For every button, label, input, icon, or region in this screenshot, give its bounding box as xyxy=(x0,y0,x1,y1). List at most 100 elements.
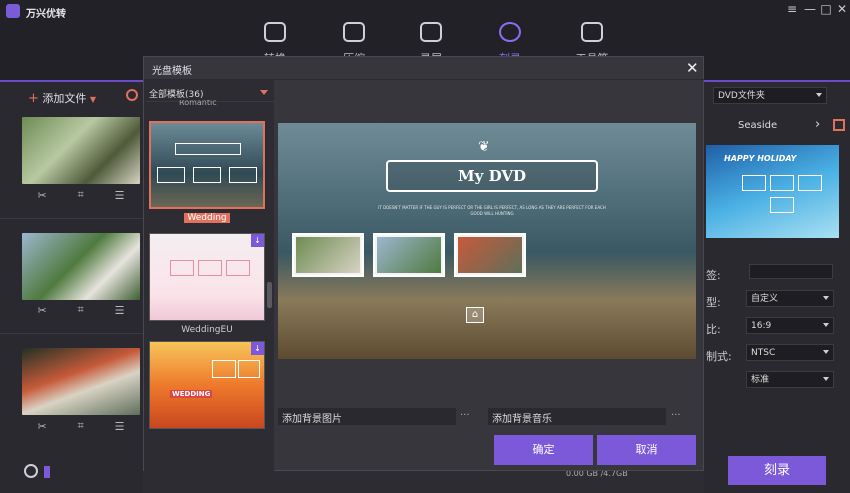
template-thumbnail: ↓ xyxy=(149,233,265,321)
compress-icon xyxy=(343,22,365,42)
template-preview: My DVD ❦ IT DOESN'T MATTER IF THE GUY IS… xyxy=(278,123,696,359)
template-wedding[interactable]: Wedding xyxy=(149,121,265,223)
convert-icon xyxy=(264,22,286,42)
adjust-icon[interactable]: ☰ xyxy=(115,420,125,433)
cut-icon[interactable]: ✂ xyxy=(37,304,46,317)
confirm-button[interactable]: 确定 xyxy=(494,435,593,465)
add-background-image-field[interactable]: 添加背景图片 xyxy=(278,408,456,425)
aspect-ratio-select[interactable]: 16:9 xyxy=(746,317,834,334)
add-file-button[interactable]: + 添加文件 ▼ xyxy=(28,90,96,106)
thumb-frame xyxy=(226,260,250,276)
thumb-frame xyxy=(198,260,222,276)
menu-icon[interactable]: ≡ xyxy=(785,2,799,16)
video-tools: ✂ ⌗ ☰ xyxy=(22,416,140,436)
thumb-frame xyxy=(157,167,185,183)
video-thumbnail[interactable] xyxy=(22,233,140,300)
chevron-down-icon xyxy=(823,377,829,381)
settings-panel xyxy=(704,82,850,493)
chevron-down-icon xyxy=(260,90,268,95)
download-icon[interactable]: ↓ xyxy=(251,234,264,247)
cancel-button[interactable]: 取消 xyxy=(597,435,696,465)
cut-icon[interactable]: ✂ xyxy=(37,420,46,433)
browse-music-icon[interactable]: ··· xyxy=(671,410,681,421)
preview-frame xyxy=(742,175,766,191)
chevron-down-icon xyxy=(823,323,829,327)
ornament-icon: ❦ xyxy=(478,139,490,155)
burn-button[interactable]: 刻录 xyxy=(728,456,826,485)
dvd-title: My DVD xyxy=(458,167,526,185)
video-tools: ✂ ⌗ ☰ xyxy=(22,185,140,205)
plus-icon: + xyxy=(28,91,39,106)
template-name: Wedding xyxy=(149,213,265,223)
thumb-title: WEDDING xyxy=(170,390,213,398)
toolbox-icon xyxy=(581,22,603,42)
browse-image-icon[interactable]: ··· xyxy=(460,410,470,421)
chapter-frame[interactable] xyxy=(292,233,364,277)
thumb-frame xyxy=(170,260,194,276)
chevron-down-icon xyxy=(816,93,822,97)
crop-icon[interactable]: ⌗ xyxy=(78,419,84,433)
chevron-right-icon[interactable]: › xyxy=(815,117,820,132)
template-label: Romantic xyxy=(179,100,217,107)
template-weddingeu[interactable]: ↓ WeddingEU xyxy=(149,233,265,335)
preview-frame xyxy=(770,175,794,191)
dialog-title: 光盘模板 xyxy=(152,66,192,77)
adjust-icon[interactable]: ☰ xyxy=(115,189,125,202)
template-autumn[interactable]: WEDDING ↓ xyxy=(149,341,265,429)
crop-icon[interactable]: ⌗ xyxy=(78,303,84,317)
thumb-title-frame xyxy=(175,143,241,155)
thumb-frame xyxy=(229,167,257,183)
burn-icon xyxy=(499,22,521,42)
thumb-frame xyxy=(193,167,221,183)
chevron-down-icon xyxy=(823,350,829,354)
chapter-frame[interactable] xyxy=(454,233,526,277)
crop-icon[interactable]: ⌗ xyxy=(78,188,84,202)
add-background-music-field[interactable]: 添加背景音乐 xyxy=(488,408,666,425)
record-icon xyxy=(420,22,442,42)
menu-type-select[interactable]: 自定义 xyxy=(746,290,834,307)
template-list: 全部模板(36) Romantic Wedding ↓ WeddingEU WE… xyxy=(144,80,274,472)
template-preview-title: HAPPY HOLIDAY xyxy=(724,154,797,163)
tv-standard-select[interactable]: NTSC xyxy=(746,344,834,361)
app-logo-icon xyxy=(6,4,20,18)
template-name: Seaside xyxy=(738,120,778,131)
dvd-tagline-source: GOOD WILL HUNTING xyxy=(470,211,514,216)
clock-icon[interactable] xyxy=(24,464,38,478)
download-icon[interactable]: ↓ xyxy=(251,342,264,355)
preview-frame xyxy=(798,175,822,191)
template-thumbnail: WEDDING ↓ xyxy=(149,341,265,429)
close-icon[interactable]: ✕ xyxy=(686,59,699,77)
cut-icon[interactable]: ✂ xyxy=(37,189,46,202)
template-preview: HAPPY HOLIDAY xyxy=(706,145,839,238)
disc-icon[interactable] xyxy=(126,89,138,101)
home-icon[interactable]: ⌂ xyxy=(466,307,484,323)
close-window-icon[interactable]: ✕ xyxy=(835,2,849,16)
template-name: WeddingEU xyxy=(181,325,233,335)
quality-select[interactable]: 标准 xyxy=(746,371,834,388)
maximize-icon[interactable]: □ xyxy=(819,2,833,16)
adjust-icon[interactable]: ☰ xyxy=(115,304,125,317)
disc-template-dialog: 光盘模板 ✕ 全部模板(36) Romantic Wedding ↓ Weddi… xyxy=(143,56,705,472)
label-tv-standard: 制式: xyxy=(706,350,732,363)
output-folder-select[interactable]: DVD文件夹 xyxy=(713,87,827,104)
video-thumbnail[interactable] xyxy=(22,117,140,184)
video-tools: ✂ ⌗ ☰ xyxy=(22,300,140,320)
video-thumbnail[interactable] xyxy=(22,348,140,415)
divider xyxy=(0,218,143,219)
chevron-down-icon xyxy=(823,296,829,300)
capacity-bar xyxy=(44,466,50,478)
dvd-title-frame[interactable]: My DVD xyxy=(386,160,598,192)
label-tag: 签: xyxy=(706,269,721,282)
chevron-down-icon: ▼ xyxy=(89,95,97,104)
divider xyxy=(0,333,143,334)
app-title: 万兴优转 xyxy=(26,9,66,20)
minimize-icon[interactable]: — xyxy=(803,2,817,16)
thumb-frame xyxy=(238,360,260,378)
edit-icon[interactable] xyxy=(833,119,845,131)
scrollbar[interactable] xyxy=(267,282,272,308)
label-menu-type: 型: xyxy=(706,296,721,309)
template-thumbnail xyxy=(149,121,265,209)
preview-frame xyxy=(770,197,794,213)
label-input[interactable] xyxy=(749,264,833,279)
chapter-frame[interactable] xyxy=(373,233,445,277)
